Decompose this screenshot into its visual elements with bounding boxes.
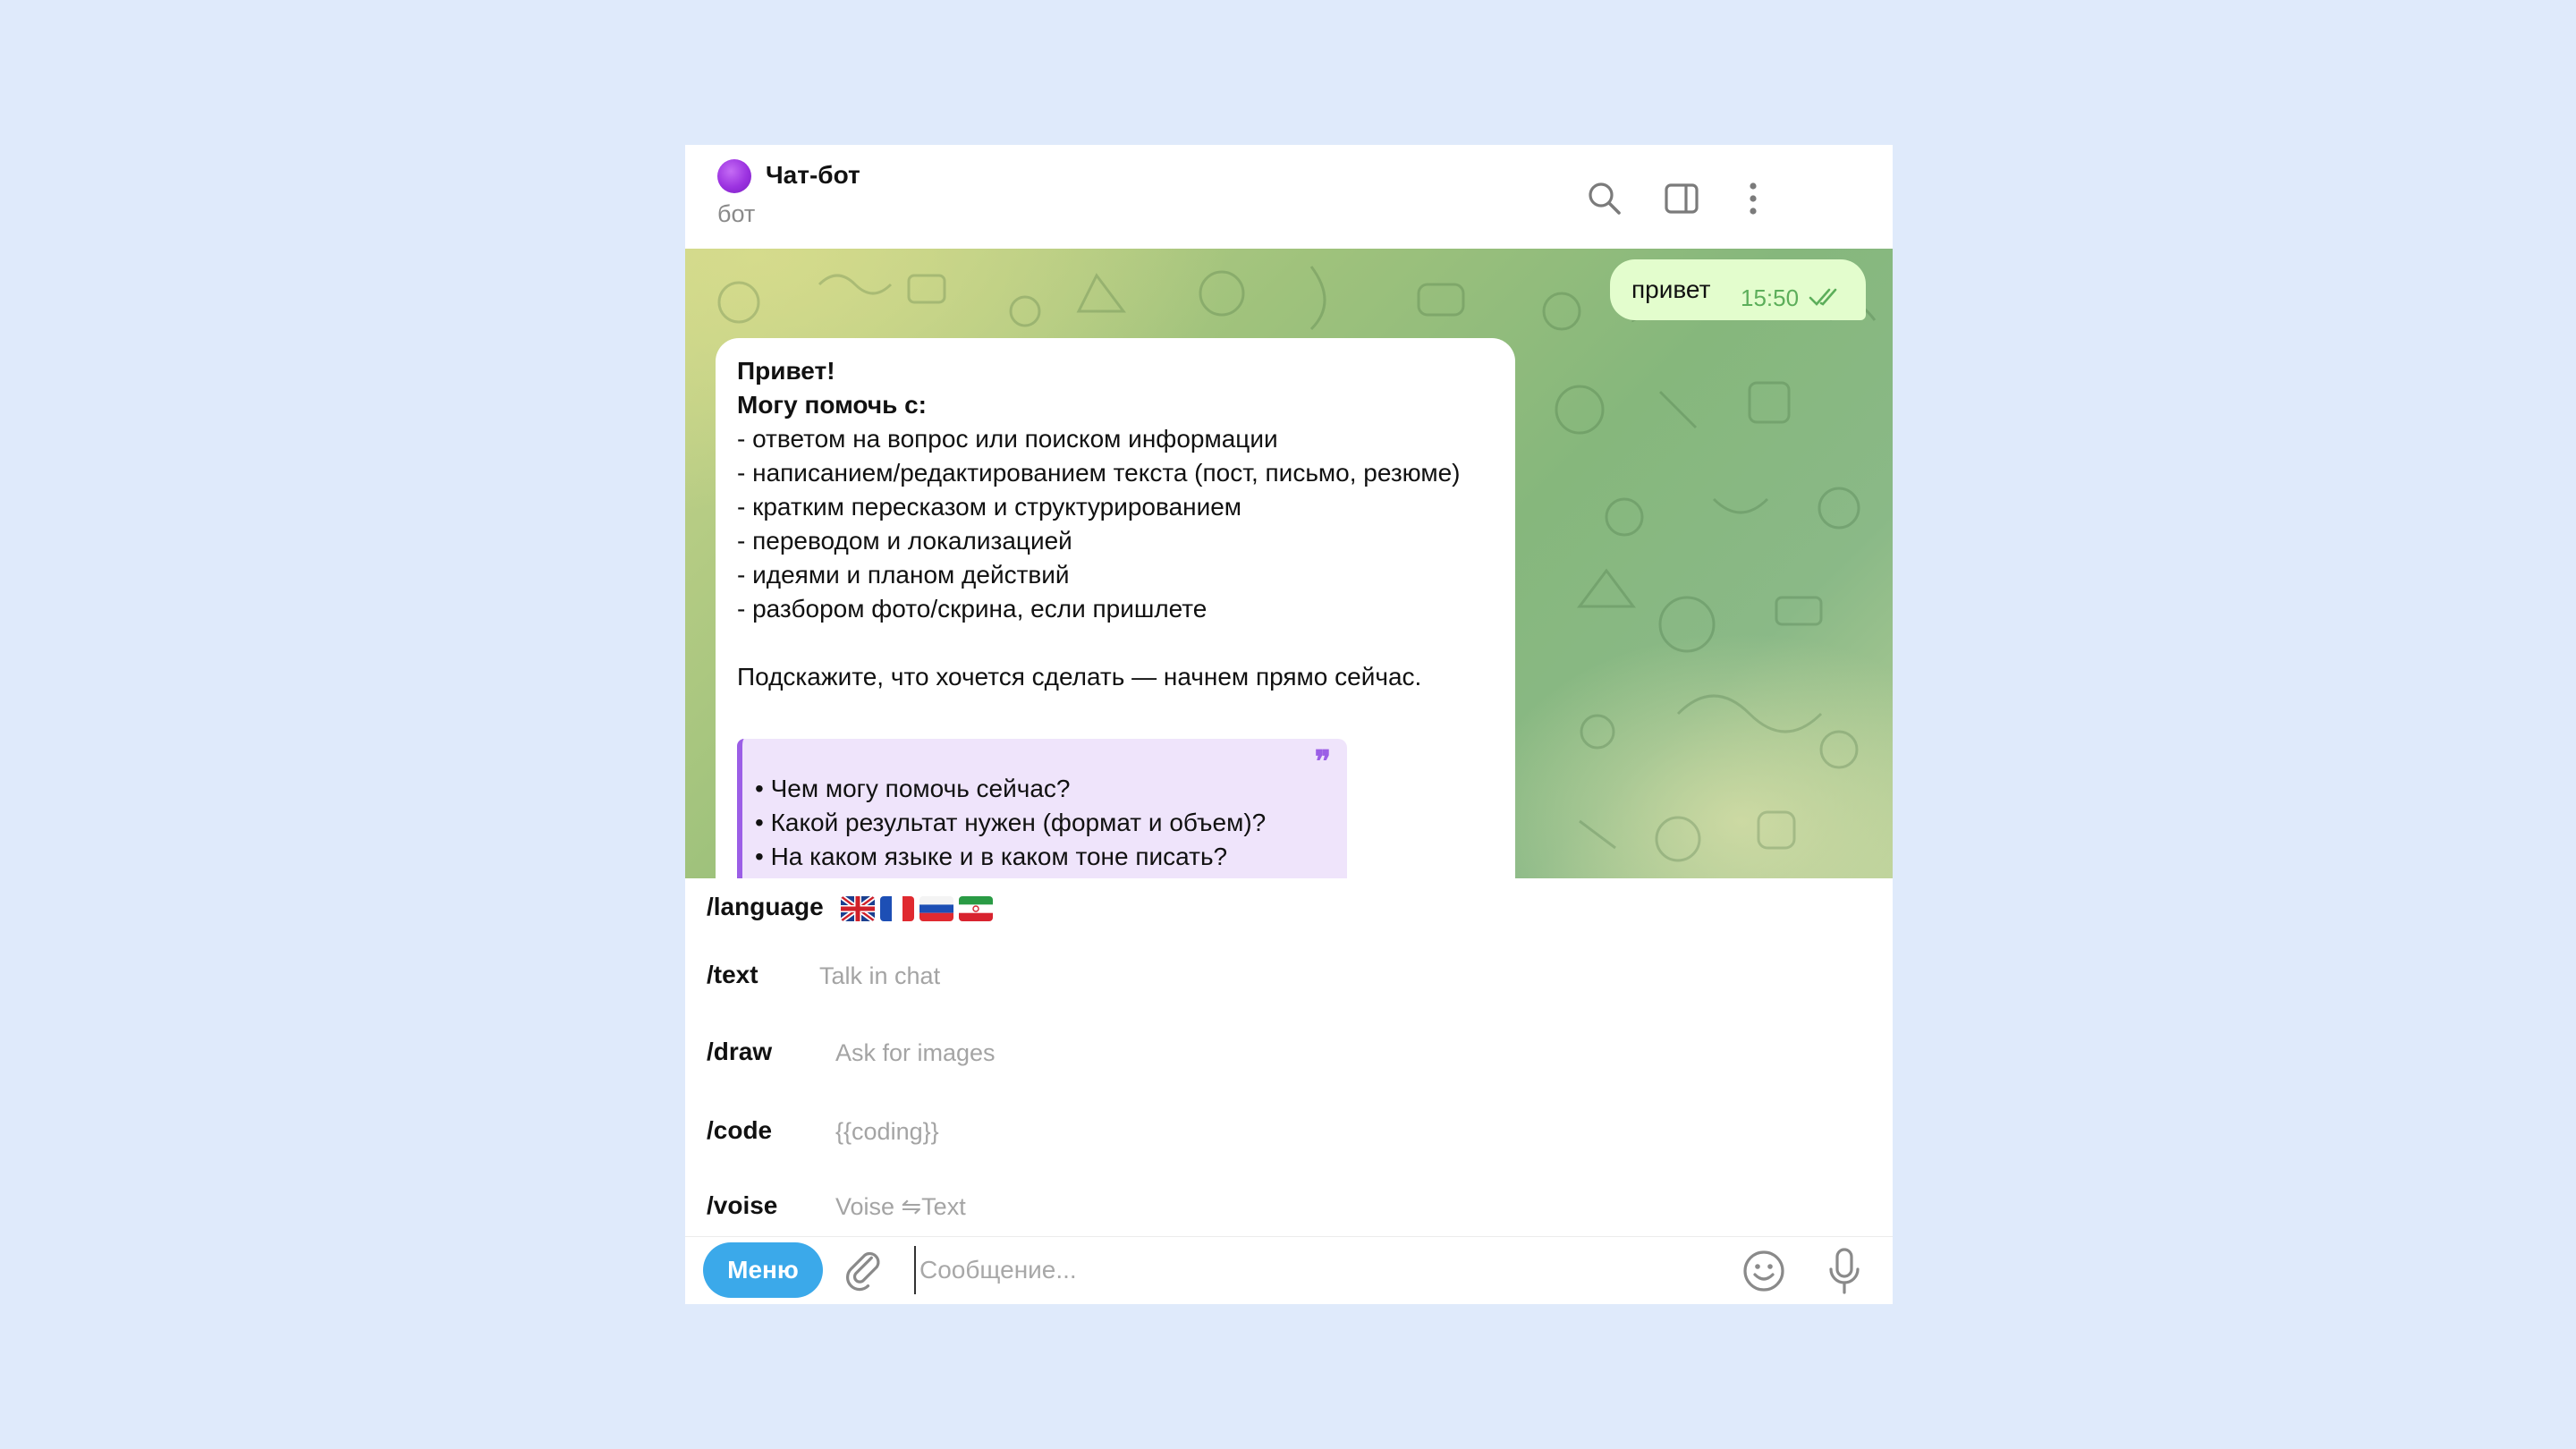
russia-flag-icon bbox=[919, 896, 953, 921]
command-name: /draw bbox=[707, 1038, 773, 1065]
command-description: Talk in chat bbox=[819, 962, 941, 989]
command-description: {{coding}} bbox=[835, 1118, 939, 1145]
chat-header: Чат-бот бот bbox=[685, 145, 1893, 250]
list-item: - ответом на вопрос или поиском информац… bbox=[737, 425, 1278, 453]
outgoing-message[interactable]: привет 15:50 bbox=[1610, 259, 1866, 320]
chat-window: Чат-бот бот привет 15:50 Привет! Могу по… bbox=[685, 145, 1893, 1304]
message-closing: Подскажите, что хочется сделать — начнем… bbox=[737, 663, 1422, 691]
chat-title[interactable]: Чат-бот bbox=[766, 161, 860, 190]
list-item: - разбором фото/скрина, если пришлете bbox=[737, 595, 1208, 623]
chat-status: бот bbox=[717, 200, 756, 227]
quote-line: • На каком языке и в каком тоне писать? bbox=[755, 843, 1228, 870]
command-description: Ask for images bbox=[835, 1039, 996, 1066]
more-vertical-icon[interactable] bbox=[1732, 177, 1775, 220]
incoming-message[interactable]: Привет! Могу помочь с: - ответом на вопр… bbox=[716, 338, 1515, 878]
command-text[interactable]: /text Talk in chat bbox=[685, 961, 1893, 1023]
quote-line: • Чем могу помочь сейчас? bbox=[755, 775, 1071, 802]
message-subtitle: Могу помочь с: bbox=[737, 391, 927, 419]
list-item: - идеями и планом действий bbox=[737, 561, 1070, 589]
message-input[interactable] bbox=[914, 1246, 1494, 1294]
microphone-icon[interactable] bbox=[1825, 1246, 1864, 1296]
command-name: /code bbox=[707, 1116, 773, 1144]
command-draw[interactable]: /draw Ask for images bbox=[685, 1038, 1893, 1100]
avatar[interactable] bbox=[717, 159, 751, 193]
list-item: - переводом и локализацией bbox=[737, 527, 1072, 555]
double-check-icon bbox=[1809, 288, 1837, 306]
list-item: - написанием/редактированием текста (пос… bbox=[737, 459, 1461, 487]
command-language[interactable]: /language bbox=[685, 893, 1893, 955]
command-description: Voise ⇋Text bbox=[835, 1193, 966, 1220]
list-item: - кратким пересказом и структурированием bbox=[737, 493, 1242, 521]
chat-area[interactable]: привет 15:50 Привет! Могу помочь с: - от… bbox=[685, 249, 1893, 878]
message-composer: Меню bbox=[685, 1236, 1893, 1304]
uk-flag-icon bbox=[841, 896, 875, 921]
command-name: /text bbox=[707, 961, 758, 988]
bot-commands-list: /language /text Talk in chat /draw Ask f… bbox=[685, 878, 1893, 1245]
command-name: /language bbox=[707, 893, 824, 920]
message-greeting: Привет! bbox=[737, 357, 835, 385]
iran-flag-icon bbox=[959, 896, 993, 921]
message-body: Привет! Могу помочь с: - ответом на вопр… bbox=[737, 354, 1506, 694]
menu-button[interactable]: Меню bbox=[703, 1242, 823, 1298]
paperclip-icon[interactable] bbox=[844, 1250, 887, 1294]
message-time: 15:50 bbox=[1741, 284, 1800, 311]
message-text: привет bbox=[1631, 275, 1711, 303]
search-icon[interactable] bbox=[1583, 177, 1626, 220]
command-code[interactable]: /code {{coding}} bbox=[685, 1116, 1893, 1179]
side-panel-icon[interactable] bbox=[1660, 177, 1703, 220]
france-flag-icon bbox=[880, 896, 914, 921]
quote-icon: ❞ bbox=[1314, 745, 1331, 779]
command-name: /voise bbox=[707, 1191, 778, 1219]
quote-line: • Какой результат нужен (формат и объем)… bbox=[755, 809, 1267, 836]
quote-block[interactable]: ❞ • Чем могу помочь сейчас? • Какой резу… bbox=[737, 739, 1347, 878]
emoji-icon[interactable] bbox=[1741, 1248, 1787, 1294]
